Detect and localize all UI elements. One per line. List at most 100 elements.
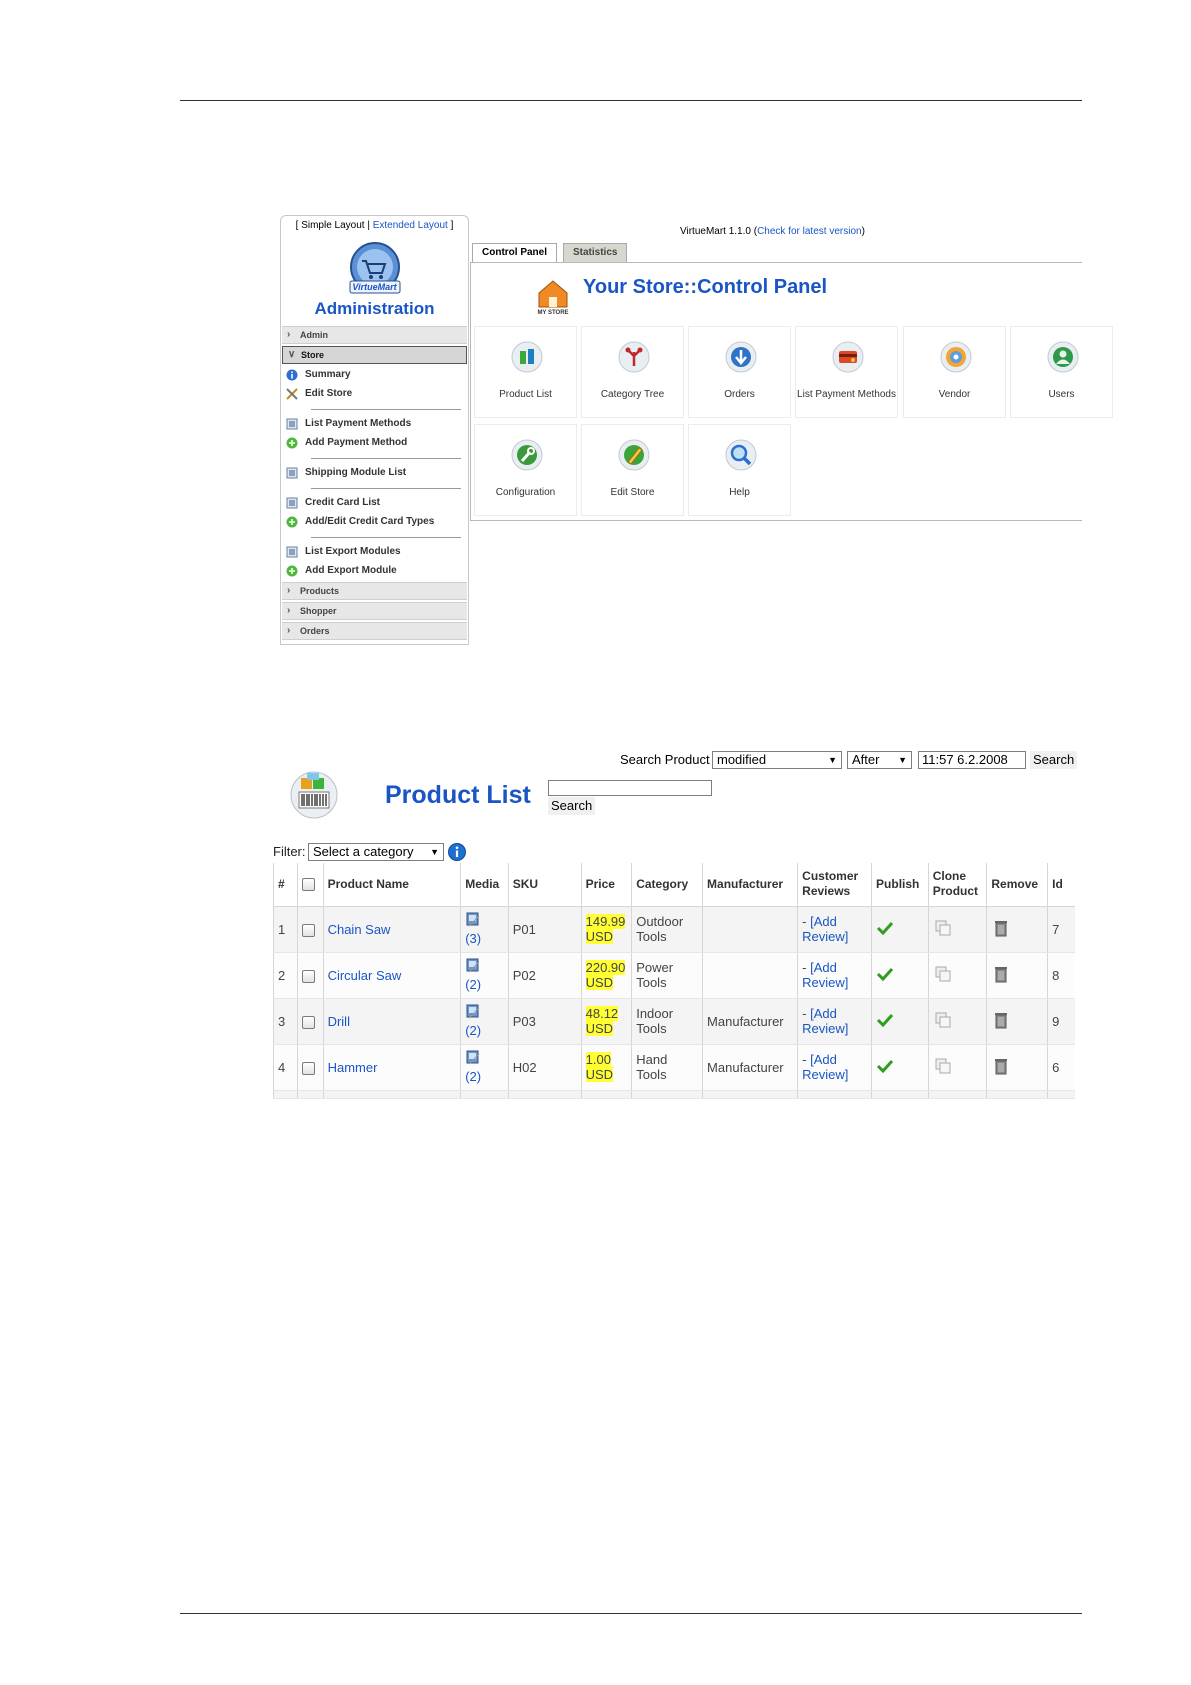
product-name-link[interactable]: Circular Saw <box>328 968 402 983</box>
section-products[interactable]: › Products <box>282 582 467 600</box>
product-name-link[interactable]: Drill <box>328 1014 350 1029</box>
media-icon[interactable] <box>465 958 481 974</box>
menu-item-edit-store[interactable]: Edit Store <box>284 386 467 403</box>
clone-cell <box>927 1044 987 1091</box>
stub-cell <box>986 1090 1048 1099</box>
product-name-link[interactable]: Hammer <box>328 1060 378 1075</box>
row-select-cell <box>297 1044 324 1091</box>
product-name-link[interactable]: Chain Saw <box>328 922 391 937</box>
trash-icon[interactable] <box>991 1056 1011 1076</box>
tile-category-tree[interactable]: Category Tree <box>581 326 684 418</box>
published-check-icon[interactable] <box>876 1013 894 1027</box>
row-checkbox[interactable] <box>302 1061 316 1075</box>
simple-layout-link[interactable]: Simple Layout <box>301 220 364 231</box>
check-version-link[interactable]: Check for latest version <box>757 226 862 237</box>
published-check-icon[interactable] <box>876 967 894 981</box>
menu-item-add-edit-credit-card-types[interactable]: Add/Edit Credit Card Types <box>284 514 467 531</box>
tile-edit-store[interactable]: Edit Store <box>581 424 684 516</box>
menu-item-credit-card-list[interactable]: Credit Card List <box>284 495 467 512</box>
media-icon[interactable] <box>465 912 481 928</box>
tile-vendor[interactable]: Vendor <box>903 326 1006 418</box>
search-when-select[interactable]: After ▼ <box>847 751 912 769</box>
media-count-link[interactable]: (2) <box>465 1069 481 1084</box>
clone-icon[interactable] <box>933 1010 953 1030</box>
menu-item-list-payment-methods[interactable]: List Payment Methods <box>284 416 467 433</box>
media-count-link[interactable]: (2) <box>465 977 481 992</box>
layout-switcher: [ Simple Layout | Extended Layout ] <box>281 220 468 231</box>
tile-users[interactable]: Users <box>1010 326 1113 418</box>
remove-cell <box>986 1044 1048 1091</box>
tab-statistics[interactable]: Statistics <box>563 243 628 262</box>
tile-product-list[interactable]: Product List <box>474 326 577 418</box>
extended-layout-link[interactable]: Extended Layout <box>373 220 448 231</box>
col-product-name[interactable]: Product Name <box>322 863 461 907</box>
info-icon[interactable] <box>448 843 466 861</box>
price-cell[interactable]: 149.99 USD <box>580 906 632 953</box>
add-review-link[interactable]: [Add Review] <box>802 1006 848 1036</box>
tile-label: Edit Store <box>610 487 655 498</box>
menu-item-shipping-module-list[interactable]: Shipping Module List <box>284 465 467 482</box>
add-review-link[interactable]: [Add Review] <box>802 914 848 944</box>
media-icon[interactable] <box>465 1004 481 1020</box>
trash-icon[interactable] <box>991 1010 1011 1030</box>
users-icon <box>1047 341 1079 373</box>
col-id[interactable]: Id <box>1047 863 1075 907</box>
search-date-input[interactable]: 11:57 6.2.2008 <box>918 751 1026 769</box>
col-price[interactable]: Price <box>580 863 632 907</box>
tile-list-payment-methods[interactable]: List Payment Methods <box>795 326 898 418</box>
category-cell: Power Tools <box>631 952 703 999</box>
search-field-select[interactable]: modified ▼ <box>712 751 842 769</box>
trash-icon[interactable] <box>991 964 1011 984</box>
price-cell[interactable]: 1.00 USD <box>580 1044 632 1091</box>
category-filter-select[interactable]: Select a category ▼ <box>308 843 444 861</box>
add-review-link[interactable]: [Add Review] <box>802 960 848 990</box>
price-cell[interactable]: 48.12 USD <box>580 998 632 1045</box>
published-check-icon[interactable] <box>876 921 894 935</box>
row-checkbox[interactable] <box>302 1015 316 1029</box>
stub-cell <box>1047 1090 1075 1099</box>
keyword-search-button[interactable]: Search <box>548 797 596 815</box>
row-checkbox[interactable] <box>302 969 316 983</box>
published-check-icon[interactable] <box>876 1059 894 1073</box>
menu-item-summary[interactable]: Summary <box>284 367 467 384</box>
menu-item-label: Add/Edit Credit Card Types <box>305 516 435 527</box>
price-currency: USD <box>585 929 614 944</box>
section-orders[interactable]: › Orders <box>282 622 467 640</box>
clone-icon[interactable] <box>933 964 953 984</box>
section-shopper[interactable]: › Shopper <box>282 602 467 620</box>
add-review-link[interactable]: [Add Review] <box>802 1052 848 1082</box>
product-list-icon <box>511 341 543 373</box>
clone-icon[interactable] <box>933 1056 953 1076</box>
select-all-checkbox[interactable] <box>302 878 316 892</box>
search-button[interactable]: Search <box>1030 751 1078 769</box>
stub-cell <box>507 1090 582 1099</box>
tab-control-panel[interactable]: Control Panel <box>472 243 558 263</box>
menu-item-label: List Payment Methods <box>305 418 412 429</box>
menu-item-add-payment-method[interactable]: Add Payment Method <box>284 435 467 452</box>
tile-configuration[interactable]: Configuration <box>474 424 577 516</box>
table-header-row: # Product Name Media SKU Price Category … <box>272 863 1075 907</box>
menu-item-add-export-module[interactable]: Add Export Module <box>284 563 467 580</box>
trash-icon[interactable] <box>991 918 1011 938</box>
section-store[interactable]: ∨ Store <box>282 346 467 364</box>
price-amount: 48.12 <box>585 1006 619 1021</box>
media-icon[interactable] <box>465 1050 481 1066</box>
reviews-cell: - [Add Review] <box>797 998 872 1045</box>
orders-icon <box>725 341 757 373</box>
menu-item-list-export-modules[interactable]: List Export Modules <box>284 544 467 561</box>
keyword-search-input[interactable] <box>548 780 712 796</box>
list-icon <box>286 467 298 479</box>
section-admin-label: Admin <box>300 330 328 340</box>
clone-icon[interactable] <box>933 918 953 938</box>
tile-orders[interactable]: Orders <box>688 326 791 418</box>
col-sku[interactable]: SKU <box>507 863 582 907</box>
menu-separator <box>311 488 461 489</box>
tile-help[interactable]: Help <box>688 424 791 516</box>
section-admin[interactable]: › Admin <box>282 326 467 344</box>
media-count-link[interactable]: (2) <box>465 1023 481 1038</box>
row-checkbox[interactable] <box>302 923 316 937</box>
media-count-link[interactable]: (3) <box>465 931 481 946</box>
price-cell[interactable]: 220.90 USD <box>580 952 632 999</box>
product-list-title: Product List <box>385 781 531 809</box>
stub-cell <box>297 1090 324 1099</box>
